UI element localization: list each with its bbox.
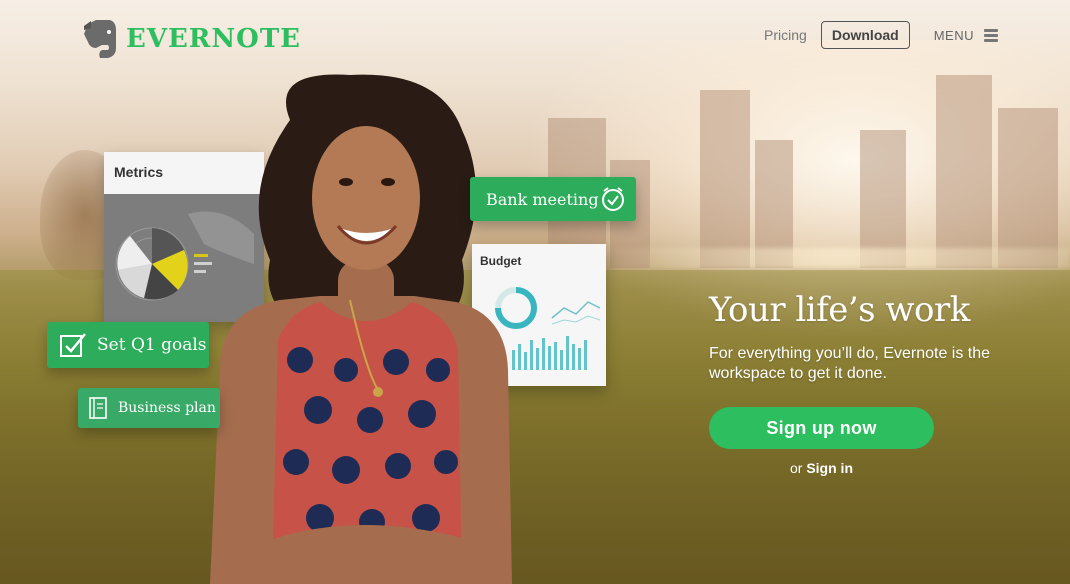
site-header: EVERNOTE Pricing Download MENU: [0, 0, 1070, 70]
skyline-building: [998, 108, 1058, 268]
hero-title: Your life’s work: [709, 290, 970, 330]
hero-copy: Your life’s work For everything you’ll d…: [709, 290, 1029, 384]
sign-in-link[interactable]: Sign in: [806, 460, 853, 476]
menu-label: MENU: [933, 27, 974, 43]
set-q1-goals-tag: Set Q1 goals: [47, 322, 209, 368]
alarm-check-icon: [602, 187, 624, 211]
bank-meeting-tag: Bank meeting: [470, 177, 636, 221]
menu-toggle[interactable]: MENU: [934, 28, 998, 43]
hamburger-icon: [984, 28, 998, 42]
or-text: or: [789, 460, 803, 476]
elephant-icon: [84, 20, 116, 58]
water-glint: [600, 248, 1070, 268]
logo-wordmark: EVERNOTE: [126, 24, 301, 54]
business-plan-tag: Business plan: [78, 388, 220, 428]
set-q1-goals-label: Set Q1 goals: [97, 335, 207, 355]
woman-portrait: [210, 74, 512, 584]
sign-up-button[interactable]: Sign up now: [709, 407, 934, 449]
download-button[interactable]: Download: [820, 21, 910, 49]
skyline-building: [936, 75, 992, 268]
skyline-building: [700, 90, 750, 268]
pricing-link[interactable]: Pricing: [764, 27, 807, 43]
checkbox-icon: [60, 333, 86, 357]
notebook-icon: [89, 397, 107, 419]
bank-meeting-label: Bank meeting: [486, 189, 599, 209]
hero-subtitle: For everything you’ll do, Evernote is th…: [709, 345, 991, 382]
top-nav: Pricing Download MENU: [764, 21, 998, 49]
sign-in-row: or Sign in: [709, 460, 934, 476]
evernote-logo[interactable]: EVERNOTE: [82, 18, 301, 60]
business-plan-label: Business plan: [118, 400, 216, 416]
